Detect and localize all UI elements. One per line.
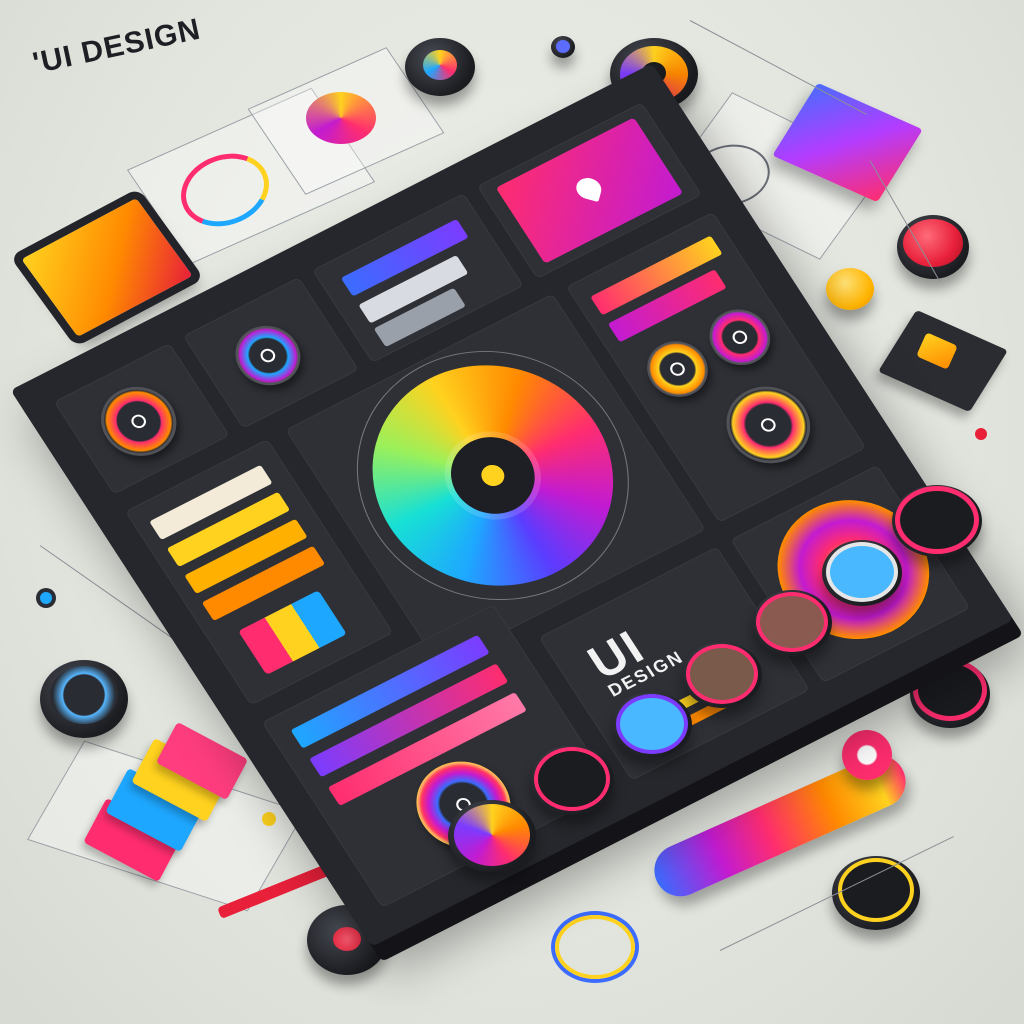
- edge-knob-6[interactable]: [822, 540, 902, 606]
- accent-dot-blue-left: [36, 588, 56, 608]
- lock-icon: [257, 346, 278, 365]
- connector-line-2: [689, 20, 867, 115]
- lock-icon: [918, 664, 982, 716]
- lock-icon: [900, 491, 974, 549]
- pink-yellow-blob: [306, 92, 376, 144]
- edge-knob-4[interactable]: [682, 642, 762, 708]
- yellow-button[interactable]: [826, 268, 874, 310]
- accent-dot-yellow: [262, 812, 276, 826]
- edge-knob-7[interactable]: [892, 485, 982, 557]
- lock-icon: [667, 359, 688, 379]
- knob-small-top-center: [556, 40, 570, 53]
- knob-bottom-right[interactable]: [832, 856, 920, 930]
- dial-icon: [423, 50, 457, 80]
- accent-dot-red: [975, 428, 987, 440]
- edge-knob-2[interactable]: [530, 745, 614, 815]
- knob-small-top[interactable]: [551, 36, 575, 58]
- red-button-top: [903, 219, 963, 267]
- edge-knob-1[interactable]: [448, 800, 536, 872]
- lock-icon: [690, 648, 754, 700]
- lock-icon: [760, 596, 824, 648]
- edge-knob-5[interactable]: [752, 590, 832, 656]
- lock-icon: [758, 415, 779, 434]
- knob-left[interactable]: [40, 660, 128, 738]
- knob-right-pink[interactable]: [910, 660, 990, 728]
- dial-icon: [50, 666, 118, 724]
- lock-icon: [538, 751, 606, 807]
- lock-icon: [128, 412, 149, 431]
- dial-icon: [454, 804, 530, 866]
- lock-icon: [842, 862, 910, 918]
- knob-top-left[interactable]: [405, 38, 475, 96]
- lock-icon: [830, 546, 894, 598]
- sketch-ring-bottom: [555, 915, 635, 979]
- lock-icon: [729, 328, 750, 347]
- red-indicator: [333, 927, 361, 951]
- ui-design-heading: 'UI DESIGN: [30, 12, 204, 81]
- slider-handle[interactable]: [842, 730, 892, 780]
- lock-icon: [620, 698, 684, 750]
- edge-knob-3[interactable]: [612, 692, 692, 758]
